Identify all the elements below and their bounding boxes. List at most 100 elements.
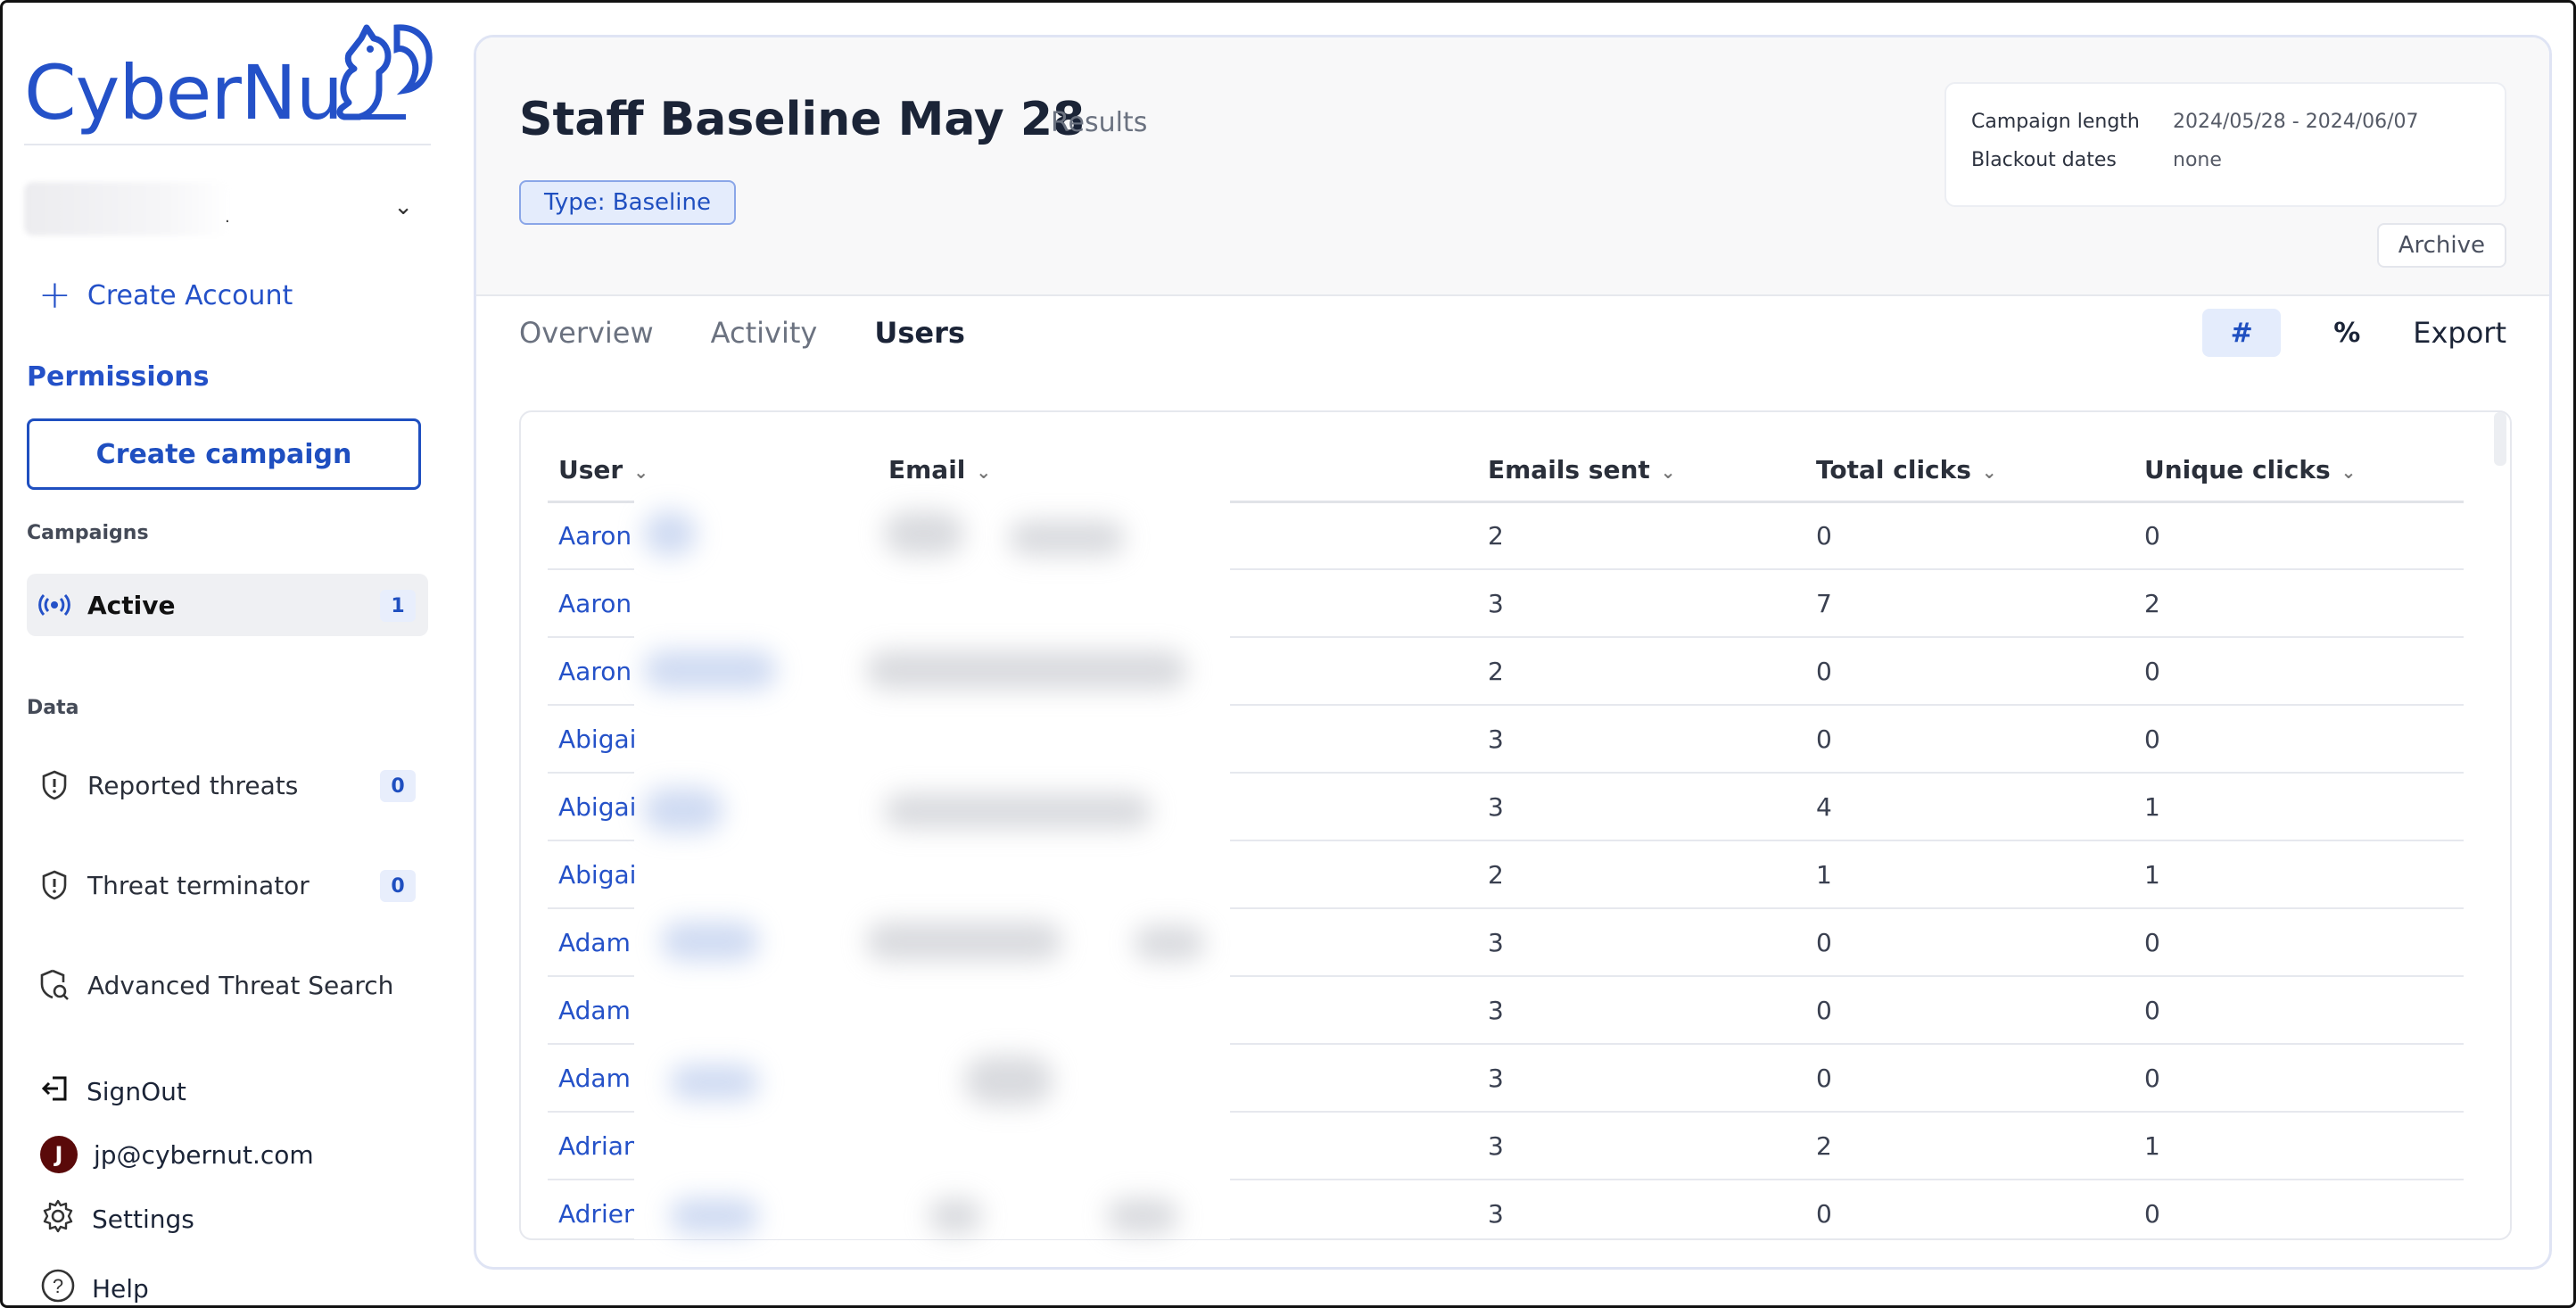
shield-icon [37,768,71,802]
column-header-total-clicks[interactable]: Total clicks ⌄ [1805,439,2134,503]
column-header-label: Emails sent [1488,454,1650,484]
emails-sent-cell: 3 [1477,1044,1805,1113]
sidebar-item-reported-threats[interactable]: Reported threats 0 [27,754,428,816]
create-campaign-button[interactable]: Create campaign [27,418,421,490]
svg-text:?: ? [53,1275,63,1297]
campaign-info-card: Campaign length 2024/05/28 - 2024/06/07 … [1944,82,2506,207]
settings-link[interactable]: Settings [40,1198,194,1240]
total-clicks-cell: 7 [1805,569,2134,638]
total-clicks-cell: 0 [1805,908,2134,977]
create-account-label: Create Account [87,279,293,311]
total-clicks-cell: 2 [1805,1112,2134,1180]
total-clicks-cell: 0 [1805,1180,2134,1238]
unique-clicks-cell: 0 [2134,705,2464,774]
unique-clicks-cell: 1 [2134,840,2464,909]
column-header-label: User [558,454,623,484]
column-header-label: Total clicks [1816,454,1971,484]
unique-clicks-cell: 0 [2134,501,2464,570]
total-clicks-cell: 0 [1805,637,2134,706]
table-scrollbar[interactable] [2494,412,2506,466]
page-title: Staff Baseline May 28 [519,93,1086,146]
chevron-down-icon: ⌄ [1660,460,1676,483]
user-account[interactable]: J jp@cybernut.com [40,1136,314,1173]
campaign-length-label: Campaign length [1971,111,2140,133]
tab-activity[interactable]: Activity [711,316,818,350]
logo-divider [24,144,431,145]
blackout-dates-value: none [2173,149,2222,171]
plus-icon: + [38,272,71,318]
emails-sent-cell: 2 [1477,637,1805,706]
broadcast-icon [37,588,71,622]
avatar: J [40,1136,78,1173]
sidebar-item-threat-terminator[interactable]: Threat terminator 0 [27,854,428,916]
column-header-label: Unique clicks [2144,454,2331,484]
total-clicks-cell: 0 [1805,1044,2134,1113]
user-email: jp@cybernut.com [94,1139,314,1170]
tab-overview[interactable]: Overview [519,316,654,350]
squirrel-icon [336,24,433,120]
logo-text: CyberNut [24,49,372,137]
unique-clicks-cell: 1 [2134,773,2464,841]
campaign-header: Staff Baseline May 28 Results Type: Base… [476,37,2549,296]
emails-sent-cell: 3 [1477,1180,1805,1238]
sidebar-item-advanced-threat-search[interactable]: Advanced Threat Search [27,954,428,1016]
gear-icon [40,1198,76,1240]
sidebar-item-active[interactable]: Active 1 [27,574,428,636]
chevron-down-icon: ⌄ [976,460,992,483]
permissions-link[interactable]: Permissions [27,361,210,393]
column-header-label: Email [888,454,966,484]
percent-view-button[interactable]: % [2308,309,2386,357]
help-link[interactable]: ? Help [40,1268,149,1305]
view-toggle: # % Export [2202,309,2506,357]
emails-sent-cell: 3 [1477,705,1805,774]
column-header-unique-clicks[interactable]: Unique clicks ⌄ [2134,439,2464,503]
campaign-type-badge: Type: Baseline [519,180,736,225]
total-clicks-cell: 0 [1805,976,2134,1045]
unique-clicks-cell: 2 [2134,569,2464,638]
column-header-emails-sent[interactable]: Emails sent ⌄ [1477,439,1805,503]
shield-icon [37,868,71,902]
signout-label: SignOut [87,1077,186,1106]
unique-clicks-cell: 0 [2134,637,2464,706]
tab-users[interactable]: Users [874,316,965,350]
cybernut-logo[interactable]: CyberNut [24,22,434,138]
unique-clicks-cell: 0 [2134,1044,2464,1113]
reported-threats-count-badge: 0 [380,770,416,802]
chevron-down-icon: ⌄ [633,460,648,483]
total-clicks-cell: 4 [1805,773,2134,841]
active-count-badge: 1 [380,590,416,622]
total-clicks-cell: 0 [1805,705,2134,774]
emails-sent-cell: 3 [1477,908,1805,977]
emails-sent-cell: 3 [1477,1112,1805,1180]
create-account-link[interactable]: + Create Account [38,276,293,315]
total-clicks-cell: 0 [1805,501,2134,570]
page-subtitle: Results [1051,107,1148,138]
data-heading: Data [27,697,79,719]
shield-search-icon [37,968,71,1002]
sidebar-item-label: Reported threats [87,770,299,800]
account-separator: . [225,208,230,227]
unique-clicks-cell: 1 [2134,1112,2464,1180]
count-view-button[interactable]: # [2202,309,2282,357]
email-redaction [634,484,1230,1239]
sidebar-item-label: Threat terminator [87,870,310,900]
archive-button[interactable]: Archive [2376,223,2506,268]
emails-sent-cell: 2 [1477,840,1805,909]
account-selector[interactable]: . ⌄ [24,178,425,240]
chevron-down-icon: ⌄ [2341,460,2357,483]
signout-button[interactable]: SignOut [40,1073,186,1110]
help-icon: ? [40,1268,76,1305]
unique-clicks-cell: 0 [2134,908,2464,977]
total-clicks-cell: 1 [1805,840,2134,909]
results-tabs: Overview Activity Users [519,316,965,350]
export-button[interactable]: Export [2413,316,2506,350]
campaign-length-value: 2024/05/28 - 2024/06/07 [2173,111,2419,133]
emails-sent-cell: 3 [1477,569,1805,638]
sidebar: CyberNut . ⌄ + Create Account Permission… [3,3,449,1305]
chevron-down-icon: ⌄ [1981,460,1997,483]
unique-clicks-cell: 0 [2134,1180,2464,1238]
chevron-down-icon[interactable]: ⌄ [393,194,413,220]
threat-terminator-count-badge: 0 [380,870,416,902]
blackout-dates-label: Blackout dates [1971,149,2117,171]
help-label: Help [92,1274,149,1304]
